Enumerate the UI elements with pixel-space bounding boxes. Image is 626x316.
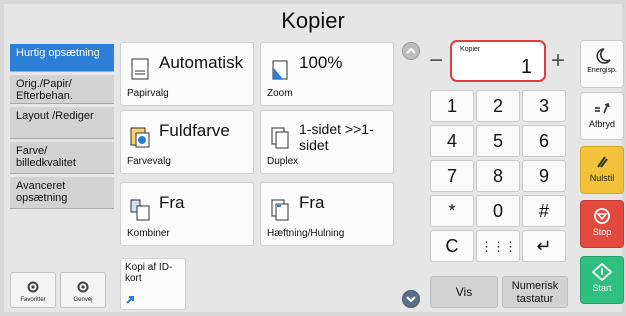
key-2[interactable]: 2: [476, 90, 520, 122]
reset-icon: [597, 156, 608, 168]
key-hash[interactable]: #: [522, 195, 566, 227]
enter-button[interactable]: ↵: [522, 230, 566, 262]
combine-value: Fra: [159, 193, 185, 212]
combine-icon: [130, 199, 150, 221]
star-gear-icon: [27, 281, 39, 293]
color-value: Fuldfarve: [159, 121, 230, 140]
copies-value: 1: [520, 56, 532, 78]
paper-selection-tile[interactable]: Automatisk Papirvalg: [120, 42, 254, 106]
sidebar-item-quick-setup[interactable]: Hurtig opsætning: [10, 44, 114, 72]
key-7[interactable]: 7: [430, 160, 474, 192]
view-button[interactable]: Vis: [430, 276, 498, 308]
scroll-down-button[interactable]: [402, 290, 420, 308]
start-icon: [592, 263, 612, 281]
key-8[interactable]: 8: [476, 160, 520, 192]
energy-saver-button[interactable]: Energisp.: [580, 40, 624, 88]
moon-icon: [596, 48, 611, 64]
zoom-icon: [272, 60, 288, 80]
start-label: Start: [592, 283, 612, 293]
stop-button[interactable]: Stop: [580, 200, 624, 248]
zoom-tile[interactable]: 100% Zoom: [260, 42, 394, 106]
color-label: Farvevalg: [127, 156, 171, 167]
staple-icon: [271, 199, 289, 221]
color-icon: [130, 127, 150, 148]
sidebar-item-layout[interactable]: Layout /Rediger: [10, 107, 114, 139]
paper-value: Automatisk: [159, 53, 244, 72]
reset-button[interactable]: Nulstil: [580, 146, 624, 194]
page-title: Kopier: [281, 8, 345, 33]
clear-button[interactable]: C: [430, 230, 474, 262]
duplex-icon: [271, 127, 289, 149]
numeric-keypad-button[interactable]: Numerisk tastatur: [502, 276, 568, 308]
decrease-copies-button[interactable]: −: [424, 44, 448, 80]
duplex-value: 1-sidet >>1-sidet: [299, 121, 374, 153]
staple-label: Hæftning/Hulning: [267, 228, 345, 239]
duplex-tile[interactable]: 1-sidet >>1-sidet Duplex: [260, 110, 394, 174]
chevron-up-icon: [406, 47, 416, 54]
key-3[interactable]: 3: [522, 90, 566, 122]
shortcut-button[interactable]: Genvej: [60, 272, 106, 308]
grid-button[interactable]: ⋮⋮⋮: [476, 230, 520, 262]
duplex-label: Duplex: [267, 156, 299, 167]
sidebar-item-advanced[interactable]: Avanceret opsætning: [10, 177, 114, 209]
increase-copies-button[interactable]: +: [546, 44, 570, 80]
color-selection-tile[interactable]: Fuldfarve Farvevalg: [120, 110, 254, 174]
favorites-button[interactable]: Favoritter: [10, 272, 56, 308]
energy-label: Energisp.: [587, 67, 617, 74]
staple-punch-tile[interactable]: Fra Hæftning/Hulning: [260, 182, 394, 246]
sidebar-item-color-quality[interactable]: Farve/ billedkvalitet: [10, 142, 114, 174]
interrupt-label: Afbryd: [588, 119, 615, 129]
key-6[interactable]: 6: [522, 125, 566, 157]
start-button[interactable]: Start: [580, 256, 624, 304]
favorites-label: Favoritter: [20, 297, 46, 303]
key-star[interactable]: *: [430, 195, 474, 227]
paper-icon: [131, 58, 149, 80]
shortcut-label: Genvej: [73, 297, 93, 303]
key-5[interactable]: 5: [476, 125, 520, 157]
stop-label: Stop: [592, 227, 612, 237]
id-card-label: Kopi af ID-kort: [125, 262, 173, 284]
interrupt-button[interactable]: Afbryd: [580, 92, 624, 140]
key-0[interactable]: 0: [476, 195, 520, 227]
zoom-value: 100%: [299, 53, 343, 72]
staple-value: Fra: [299, 193, 325, 212]
copies-field[interactable]: Kopier 1: [450, 40, 546, 82]
interrupt-icon: [595, 102, 610, 114]
zoom-label: Zoom: [267, 88, 293, 99]
chevron-down-icon: [406, 296, 416, 303]
combine-label: Kombiner: [127, 228, 170, 239]
reset-label: Nulstil: [589, 173, 615, 183]
key-9[interactable]: 9: [522, 160, 566, 192]
copy-screen: Kopier Hurtig opsætning Orig./Papir/ Eft…: [4, 4, 624, 312]
arrow-icon: [126, 296, 134, 304]
id-card-copy-button[interactable]: Kopi af ID-kort: [120, 258, 186, 310]
key-1[interactable]: 1: [430, 90, 474, 122]
stop-icon: [594, 208, 610, 224]
combine-tile[interactable]: Fra Kombiner: [120, 182, 254, 246]
scroll-up-button[interactable]: [402, 42, 420, 60]
paper-label: Papirvalg: [127, 88, 169, 99]
sidebar-item-orig-paper[interactable]: Orig./Papir/ Efterbehan.: [10, 75, 114, 104]
copies-caption: Kopier: [460, 46, 481, 53]
gear-icon: [77, 281, 89, 293]
key-4[interactable]: 4: [430, 125, 474, 157]
